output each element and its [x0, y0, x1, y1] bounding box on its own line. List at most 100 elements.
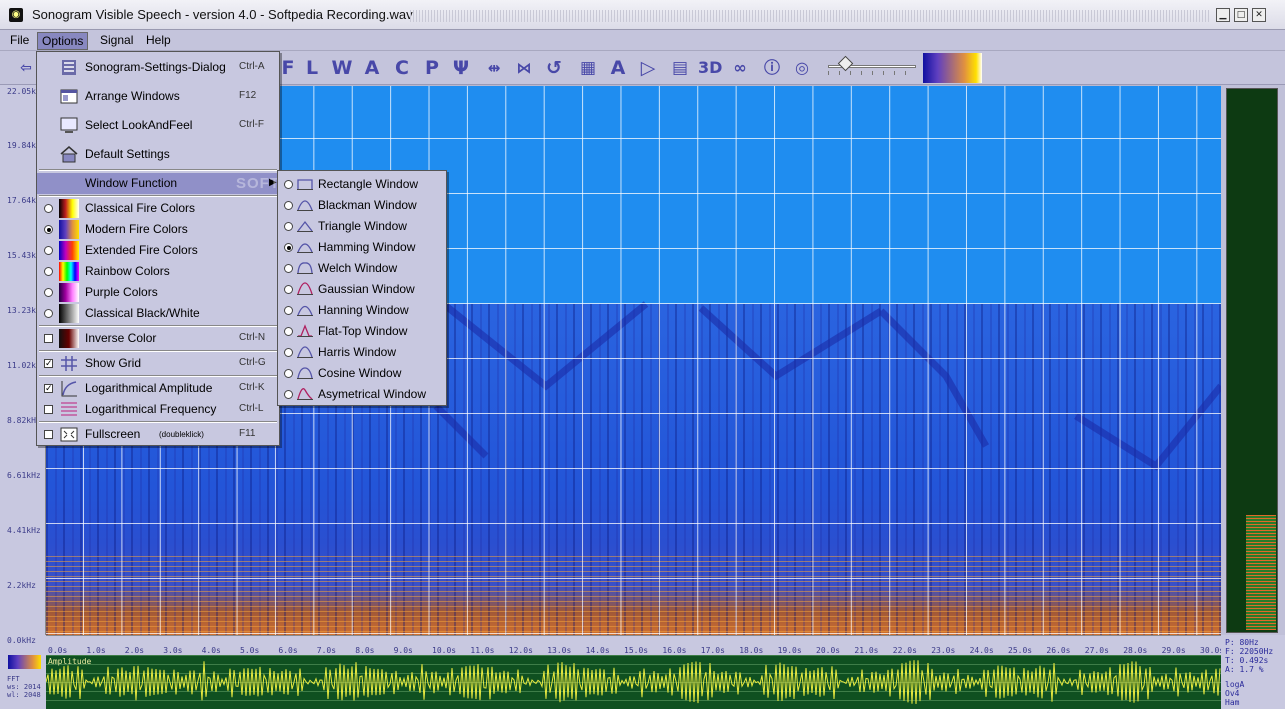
menu-item-log-frequency[interactable]: Logarithmical Frequency Ctrl-L — [37, 399, 279, 420]
rewind-icon[interactable]: ↺ — [542, 56, 566, 80]
cursor-icon[interactable]: ⇦ — [14, 56, 38, 80]
help-icon[interactable]: ◎ — [790, 56, 814, 80]
close-icon[interactable]: ✕ — [1252, 8, 1266, 22]
letter-w-icon[interactable]: W — [330, 56, 354, 80]
zoom-slider[interactable] — [828, 55, 916, 75]
grid-icon[interactable]: ▦ — [576, 56, 600, 80]
classical-fire-palette-icon — [59, 199, 79, 218]
window-radio[interactable] — [284, 285, 293, 294]
letter-a-icon[interactable]: A — [360, 56, 384, 80]
fullscreen-icon — [60, 427, 78, 442]
checkbox-inverse-color[interactable] — [44, 334, 53, 343]
menu-signal[interactable]: Signal — [96, 32, 137, 50]
menu-help[interactable]: Help — [142, 32, 175, 50]
freq-label: 0.0kHz — [7, 636, 36, 645]
window-radio[interactable] — [284, 201, 293, 210]
black-white-palette-icon — [59, 304, 79, 323]
window-radio[interactable] — [284, 348, 293, 357]
menu-item-color-purple[interactable]: Purple Colors — [37, 282, 279, 303]
submenu-item-window[interactable]: Blackman Window — [278, 195, 446, 216]
binocular-icon[interactable]: ∞ — [728, 56, 752, 80]
menu-item-arrange-windows[interactable]: Arrange Windows F12 — [37, 86, 279, 107]
menu-options[interactable]: Options — [37, 32, 89, 50]
submenu-item-window[interactable]: Hamming Window — [278, 237, 446, 258]
radio-purple[interactable] — [44, 288, 53, 297]
letter-p-icon[interactable]: P — [420, 56, 444, 80]
menu-item-settings-dialog[interactable]: Sonogram-Settings-Dialog Ctrl-A — [37, 57, 279, 78]
window-radio[interactable] — [284, 327, 293, 336]
menu-item-label: Inverse Color — [85, 331, 157, 345]
menu-item-color-black-white[interactable]: Classical Black/White — [37, 303, 279, 324]
submenu-item-window[interactable]: Welch Window — [278, 258, 446, 279]
submenu-item-window[interactable]: Gaussian Window — [278, 279, 446, 300]
play-icon[interactable]: ▷ — [636, 56, 660, 80]
submenu-item-window[interactable]: Hanning Window — [278, 300, 446, 321]
menu-item-color-classical-fire[interactable]: Classical Fire Colors — [37, 198, 279, 219]
time-label: 10.0s — [432, 646, 457, 655]
menu-item-show-grid[interactable]: ✓ Show Grid Ctrl-G — [37, 353, 279, 374]
radio-classical-fire[interactable] — [44, 204, 53, 213]
menu-separator — [39, 325, 277, 327]
submenu-item-window[interactable]: Flat-Top Window — [278, 321, 446, 342]
menu-separator — [39, 195, 277, 197]
window-radio[interactable] — [284, 390, 293, 399]
menu-file[interactable]: File — [6, 32, 33, 50]
window-shape-icon — [297, 179, 313, 190]
menu-item-select-lookandfeel[interactable]: Select LookAndFeel Ctrl-F — [37, 115, 279, 136]
menu-item-log-amplitude[interactable]: ✓ Logarithmical Amplitude Ctrl-K — [37, 378, 279, 399]
radio-extended-fire[interactable] — [44, 246, 53, 255]
window-radio[interactable] — [284, 180, 293, 189]
stat-window: Ham — [1225, 698, 1240, 707]
window-radio[interactable] — [284, 243, 293, 252]
menu-item-fullscreen[interactable]: Fullscreen (doubleklick) F11 — [37, 424, 279, 445]
letter-c-icon[interactable]: C — [390, 56, 414, 80]
submenu-item-label: Cosine Window — [318, 366, 402, 380]
menu-item-shortcut: Ctrl-A — [239, 61, 265, 72]
backward-icon[interactable]: ⋈ — [512, 56, 536, 80]
time-label: 18.0s — [739, 646, 764, 655]
submenu-item-window[interactable]: Harris Window — [278, 342, 446, 363]
window-radio[interactable] — [284, 306, 293, 315]
submenu-item-window[interactable]: Triangle Window — [278, 216, 446, 237]
menu-item-default-settings[interactable]: Default Settings — [37, 144, 279, 165]
submenu-item-window[interactable]: Asymetrical Window — [278, 384, 446, 405]
checkbox-log-frequency[interactable] — [44, 405, 53, 414]
letter-l-icon[interactable]: L — [300, 56, 324, 80]
purple-palette-icon — [59, 283, 79, 302]
checkbox-show-grid[interactable]: ✓ — [44, 359, 53, 369]
stat-time: T: 0.492s — [1225, 656, 1269, 665]
submenu-item-window[interactable]: Cosine Window — [278, 363, 446, 384]
radio-rainbow[interactable] — [44, 267, 53, 276]
freq-label: 17.64k — [7, 196, 36, 205]
time-label: 2.0s — [124, 646, 145, 655]
stat-frequency: F: 22050Hz — [1225, 647, 1274, 656]
psi-icon[interactable]: Ψ — [449, 56, 473, 80]
time-label: 5.0s — [240, 646, 260, 655]
formant-icon[interactable]: A — [606, 56, 630, 80]
window-shape-icon — [297, 388, 313, 400]
maximize-icon[interactable]: □ — [1234, 8, 1248, 22]
time-label: 20.0s — [816, 646, 841, 655]
info-icon[interactable]: ⓘ — [760, 56, 784, 80]
window-radio[interactable] — [284, 369, 293, 378]
checkbox-fullscreen[interactable] — [44, 430, 53, 439]
time-label: 29.0s — [1161, 646, 1186, 655]
window-shape-icon — [297, 367, 313, 379]
menu-item-color-extended-fire[interactable]: Extended Fire Colors — [37, 240, 279, 261]
radio-modern-fire[interactable] — [44, 225, 53, 234]
film-icon[interactable]: ▤ — [668, 56, 692, 80]
waveform-view[interactable]: Amplitude — [46, 655, 1221, 709]
3d-icon[interactable]: 3D — [698, 56, 722, 80]
window-radio[interactable] — [284, 222, 293, 231]
time-label: 11.0s — [470, 646, 495, 655]
radio-black-white[interactable] — [44, 309, 53, 318]
menu-item-color-modern-fire[interactable]: Modern Fire Colors — [37, 219, 279, 240]
minimize-icon[interactable]: ▁ — [1216, 8, 1230, 22]
menu-item-inverse-color[interactable]: Inverse Color Ctrl-N — [37, 328, 279, 349]
menu-item-label: Classical Black/White — [85, 306, 200, 320]
checkbox-log-amplitude[interactable]: ✓ — [44, 384, 53, 394]
menu-item-color-rainbow[interactable]: Rainbow Colors — [37, 261, 279, 282]
forward-icon[interactable]: ⇹ — [482, 56, 506, 80]
window-radio[interactable] — [284, 264, 293, 273]
submenu-item-window[interactable]: Rectangle Window — [278, 174, 446, 195]
